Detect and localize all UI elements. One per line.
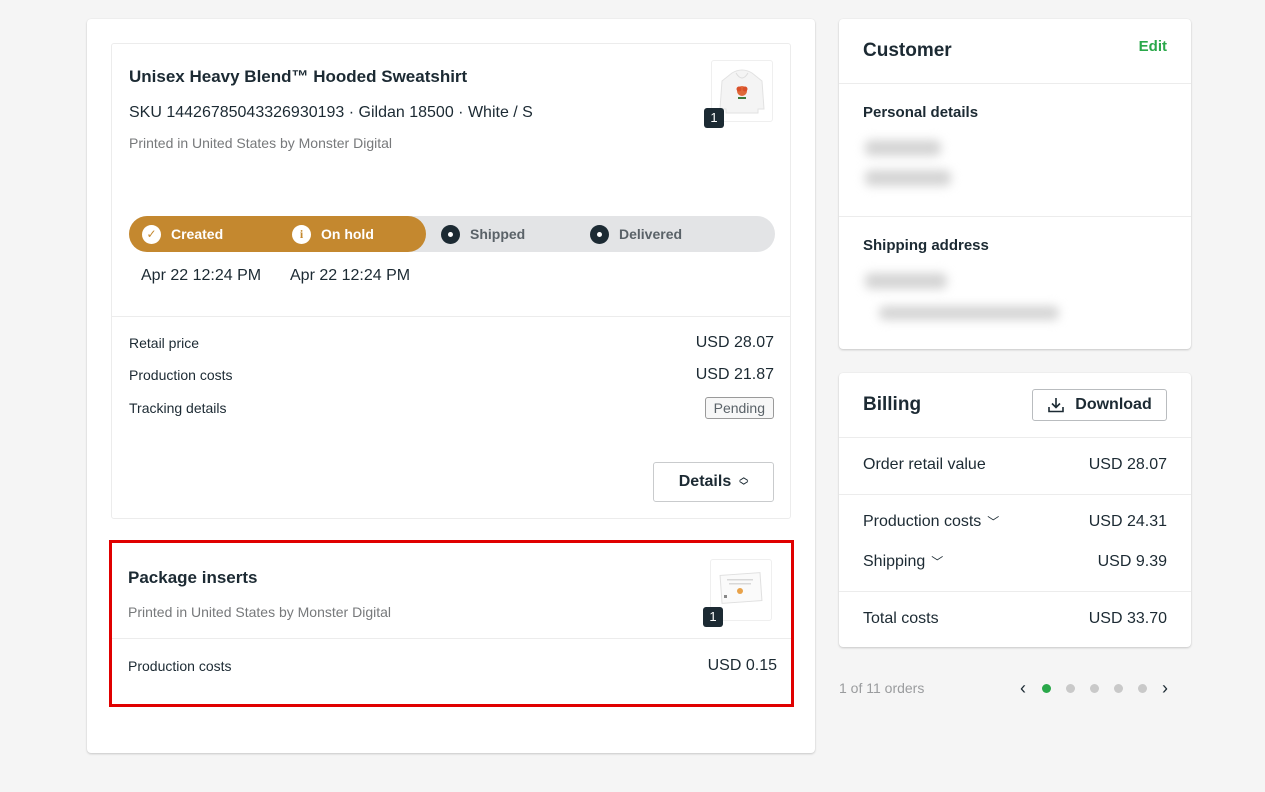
inserts-quantity-badge: 1 <box>703 607 723 627</box>
step-delivered: Delivered <box>590 216 682 252</box>
billing-production-row: Production costs ﹀ USD 24.31 <box>863 513 1167 531</box>
redacted-address-line-1 <box>865 273 947 289</box>
row-label: Tracking details <box>129 400 227 416</box>
dot-icon <box>590 224 609 244</box>
inserts-production-row: Production costs USD 0.15 <box>128 657 777 675</box>
customer-card: Customer Edit Personal details Shipping … <box>839 19 1191 349</box>
order-count: 1 of 11 orders <box>839 680 925 696</box>
item-title: Unisex Heavy Blend™ Hooded Sweatshirt <box>129 67 468 86</box>
chevron-down-icon: ﹀ <box>931 555 944 569</box>
previous-order-arrow-icon[interactable]: ‹ <box>1014 678 1032 699</box>
next-order-arrow-icon[interactable]: › <box>1156 678 1174 699</box>
customer-title: Customer <box>863 40 952 61</box>
billing-title: Billing <box>863 394 922 415</box>
step-label: On hold <box>321 226 374 242</box>
chevron-down-icon: ﹀ <box>987 515 1000 529</box>
row-label: Production costs <box>863 513 982 530</box>
shipping-toggle[interactable]: Shipping ﹀ <box>863 553 943 571</box>
step-label: Shipped <box>470 226 526 242</box>
step-shipped: Shipped <box>441 216 525 252</box>
details-button[interactable]: Details ︿ ﹀ <box>653 462 774 502</box>
order-retail-row: Order retail value USD 28.07 <box>863 456 1167 474</box>
step-on-hold-date: Apr 22 12:24 PM <box>290 267 411 284</box>
inserts-printed-by: Printed in United States by Monster Digi… <box>128 604 392 620</box>
divider <box>839 591 1191 592</box>
expand-collapse-icon: ︿ ﹀ <box>739 472 749 491</box>
retail-price-row: Retail price USD 28.07 <box>129 334 774 352</box>
order-item-card: Unisex Heavy Blend™ Hooded Sweatshirt SK… <box>111 43 791 519</box>
pager-dot[interactable] <box>1113 683 1123 693</box>
dot-icon <box>441 224 460 244</box>
pager-dots <box>1034 683 1154 693</box>
pager-dot[interactable] <box>1065 683 1075 693</box>
divider <box>839 437 1191 438</box>
item-printed-by: Printed in United States by Monster Digi… <box>129 135 393 151</box>
item-sku: SKU 14426785043326930193 · Gildan 18500 … <box>129 104 533 121</box>
shipping-address-label: Shipping address <box>863 237 989 254</box>
order-pager: ‹ › <box>1014 677 1174 699</box>
row-label: Total costs <box>863 610 939 627</box>
divider <box>112 638 791 639</box>
row-label: Retail price <box>129 335 200 351</box>
row-value: USD 9.39 <box>1097 553 1167 570</box>
row-value: USD 28.07 <box>695 334 774 351</box>
row-label: Production costs <box>128 658 232 674</box>
personal-details-label: Personal details <box>863 104 979 121</box>
step-created-date: Apr 22 12:24 PM <box>141 267 262 284</box>
pager-dot[interactable] <box>1089 683 1099 693</box>
row-value: USD 24.31 <box>1088 513 1167 530</box>
pager-dot[interactable] <box>1041 683 1051 693</box>
row-label: Order retail value <box>863 456 986 473</box>
billing-shipping-row: Shipping ﹀ USD 9.39 <box>863 553 1167 571</box>
details-label: Details <box>678 473 732 490</box>
step-created: ✓ Created <box>142 216 223 252</box>
tracking-status-badge: Pending <box>704 397 774 419</box>
row-value: USD 0.15 <box>707 657 777 674</box>
row-value: USD 33.70 <box>1088 610 1167 627</box>
billing-card: Billing Download Order retail value USD … <box>839 373 1191 647</box>
tracking-details-row: Tracking details Pending <box>129 397 774 419</box>
package-inserts-card: Package inserts Printed in United States… <box>109 540 794 707</box>
row-value: USD 28.07 <box>1088 456 1167 473</box>
production-costs-row: Production costs USD 21.87 <box>129 366 774 384</box>
step-label: Created <box>171 226 224 242</box>
info-icon: i <box>292 224 311 244</box>
divider <box>839 216 1191 217</box>
divider <box>112 316 790 317</box>
check-icon: ✓ <box>142 224 161 244</box>
step-label: Delivered <box>619 226 683 242</box>
download-icon <box>1048 398 1065 413</box>
edit-customer-link[interactable]: Edit <box>1139 38 1167 55</box>
step-on-hold: i On hold <box>292 216 374 252</box>
row-label: Shipping <box>863 553 926 570</box>
order-items-panel: Unisex Heavy Blend™ Hooded Sweatshirt SK… <box>87 19 815 753</box>
production-costs-toggle[interactable]: Production costs ﹀ <box>863 513 999 531</box>
download-button[interactable]: Download <box>1032 389 1167 421</box>
divider <box>839 494 1191 495</box>
inserts-title: Package inserts <box>128 568 258 587</box>
redacted-name <box>865 140 941 156</box>
row-label: Production costs <box>129 367 233 383</box>
item-quantity-badge: 1 <box>704 108 724 128</box>
row-value: USD 21.87 <box>695 366 774 383</box>
download-label: Download <box>1075 396 1152 413</box>
redacted-contact <box>865 170 951 186</box>
total-costs-row: Total costs USD 33.70 <box>863 610 1167 628</box>
pager-dot[interactable] <box>1137 683 1147 693</box>
order-status-progress: ✓ Created i On hold Shipped Delivered <box>129 216 775 252</box>
redacted-address-line-2 <box>879 306 1059 320</box>
divider <box>839 83 1191 84</box>
